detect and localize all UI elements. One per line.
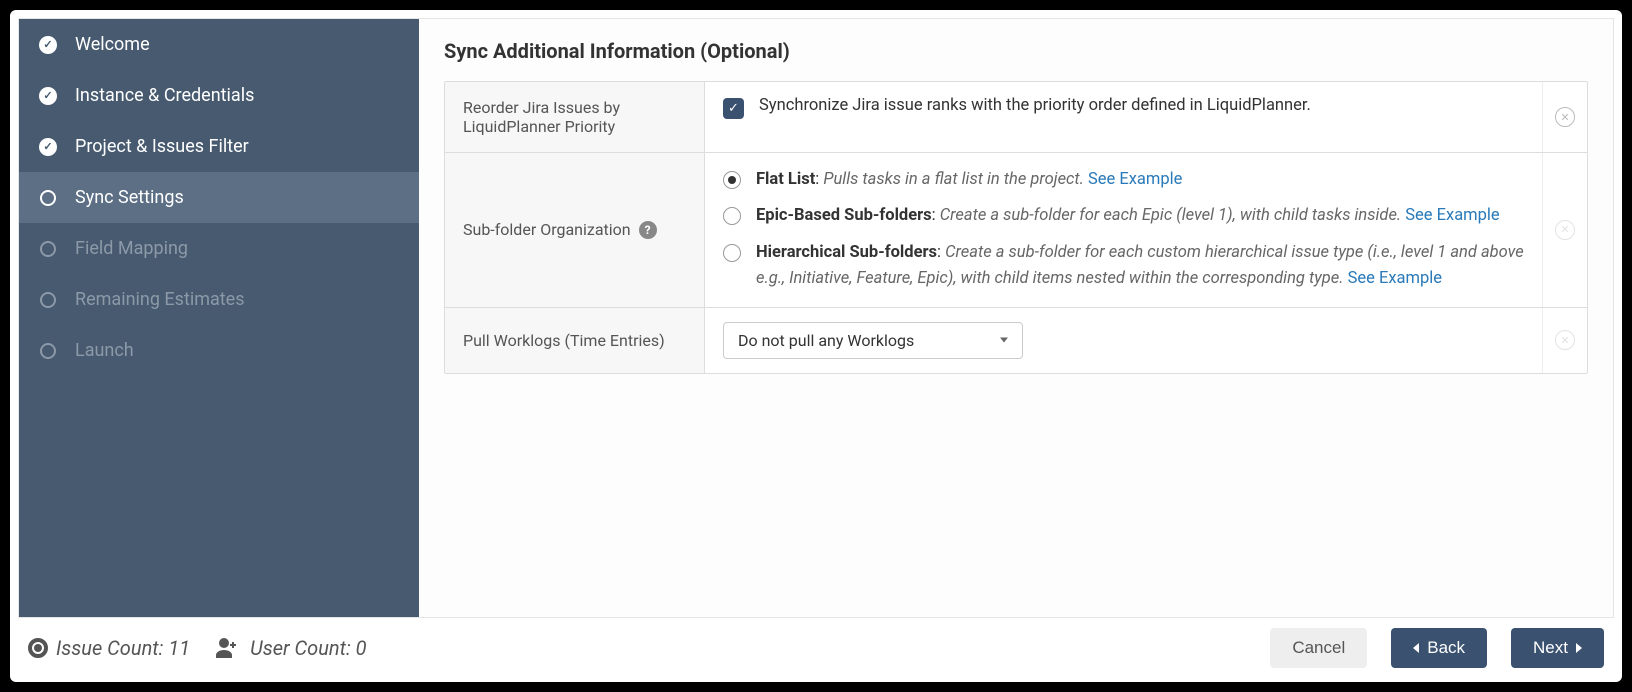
see-example-link[interactable]: See Example — [1088, 170, 1182, 189]
row-value: Do not pull any Worklogs — [705, 308, 1542, 373]
sidebar-item-launch: Launch — [19, 325, 419, 376]
sidebar-item-label: Welcome — [75, 34, 150, 55]
sidebar-item-label: Field Mapping — [75, 238, 188, 259]
row-label: Sub-folder Organization ? — [445, 153, 705, 307]
see-example-link[interactable]: See Example — [1405, 206, 1499, 225]
sidebar-item-instance-credentials[interactable]: ✓ Instance & Credentials — [19, 70, 419, 121]
row-clear-cell: ✕ — [1542, 82, 1587, 152]
row-clear-cell: ✕ — [1542, 308, 1587, 373]
main-area: ✓ Welcome ✓ Instance & Credentials ✓ Pro… — [18, 18, 1614, 618]
option-desc: Pulls tasks in a flat list in the projec… — [823, 170, 1084, 189]
clear-icon[interactable]: ✕ — [1555, 107, 1575, 127]
bullseye-icon — [28, 638, 48, 658]
next-button[interactable]: Next — [1511, 628, 1604, 668]
row-clear-cell: ✕ — [1542, 153, 1587, 307]
check-circle-icon: ✓ — [39, 36, 57, 54]
content-panel: Sync Additional Information (Optional) R… — [419, 19, 1613, 617]
circle-icon — [39, 342, 57, 360]
circle-icon — [39, 189, 57, 207]
radio-option-epic-based[interactable]: Epic-Based Sub-folders: Create a sub-fol… — [723, 203, 1524, 229]
radio-option-hierarchical[interactable]: Hierarchical Sub-folders: Create a sub-f… — [723, 240, 1524, 293]
radio-option-flat-list[interactable]: Flat List: Pulls tasks in a flat list in… — [723, 167, 1524, 193]
radio-icon — [723, 244, 741, 262]
reorder-description: Synchronize Jira issue ranks with the pr… — [759, 96, 1311, 115]
reorder-checkbox[interactable]: ✓ — [723, 98, 744, 119]
sidebar-item-welcome[interactable]: ✓ Welcome — [19, 19, 419, 70]
footer-stats: Issue Count: 11 User Count: 0 — [28, 636, 367, 660]
circle-icon — [39, 291, 57, 309]
clear-icon: ✕ — [1555, 330, 1575, 350]
check-circle-icon: ✓ — [39, 87, 57, 105]
check-circle-icon: ✓ — [39, 138, 57, 156]
see-example-link[interactable]: See Example — [1348, 269, 1442, 288]
cancel-button[interactable]: Cancel — [1270, 628, 1367, 668]
option-desc: Create a sub-folder for each Epic (level… — [940, 206, 1401, 225]
subfolder-radio-group: Flat List: Pulls tasks in a flat list in… — [723, 167, 1524, 293]
worklogs-select[interactable]: Do not pull any Worklogs — [723, 322, 1023, 359]
sidebar-item-label: Remaining Estimates — [75, 289, 245, 310]
back-button[interactable]: Back — [1391, 628, 1487, 668]
row-label: Reorder Jira Issues by LiquidPlanner Pri… — [445, 82, 705, 152]
row-subfolder-organization: Sub-folder Organization ? Flat List: Pul… — [445, 153, 1587, 308]
circle-icon — [39, 240, 57, 258]
sidebar-item-project-issues-filter[interactable]: ✓ Project & Issues Filter — [19, 121, 419, 172]
sidebar-item-label: Project & Issues Filter — [75, 136, 249, 157]
caret-right-icon — [1576, 643, 1582, 653]
user-count: User Count: 0 — [216, 636, 366, 660]
sidebar-item-label: Sync Settings — [75, 187, 184, 208]
radio-icon — [723, 207, 741, 225]
help-icon[interactable]: ? — [639, 221, 657, 239]
option-title: Flat List — [756, 170, 815, 189]
row-pull-worklogs: Pull Worklogs (Time Entries) Do not pull… — [445, 308, 1587, 373]
row-label: Pull Worklogs (Time Entries) — [445, 308, 705, 373]
user-plus-icon — [216, 638, 242, 658]
settings-table: Reorder Jira Issues by LiquidPlanner Pri… — [444, 81, 1588, 374]
option-title: Epic-Based Sub-folders — [756, 206, 932, 225]
sidebar-item-field-mapping: Field Mapping — [19, 223, 419, 274]
radio-icon — [723, 171, 741, 189]
sidebar-item-label: Instance & Credentials — [75, 85, 254, 106]
row-value: ✓ Synchronize Jira issue ranks with the … — [705, 82, 1542, 152]
sidebar: ✓ Welcome ✓ Instance & Credentials ✓ Pro… — [19, 19, 419, 617]
sidebar-item-remaining-estimates: Remaining Estimates — [19, 274, 419, 325]
option-title: Hierarchical Sub-folders — [756, 243, 937, 262]
wizard-window: ✓ Welcome ✓ Instance & Credentials ✓ Pro… — [10, 10, 1622, 682]
page-title: Sync Additional Information (Optional) — [444, 39, 1588, 63]
row-value: Flat List: Pulls tasks in a flat list in… — [705, 153, 1542, 307]
sidebar-item-label: Launch — [75, 340, 134, 361]
clear-icon: ✕ — [1555, 220, 1575, 240]
footer: Issue Count: 11 User Count: 0 Cancel Bac… — [10, 618, 1622, 682]
caret-left-icon — [1413, 643, 1419, 653]
issue-count: Issue Count: 11 — [28, 636, 190, 660]
sidebar-item-sync-settings[interactable]: Sync Settings — [19, 172, 419, 223]
row-reorder-priority: Reorder Jira Issues by LiquidPlanner Pri… — [445, 82, 1587, 153]
